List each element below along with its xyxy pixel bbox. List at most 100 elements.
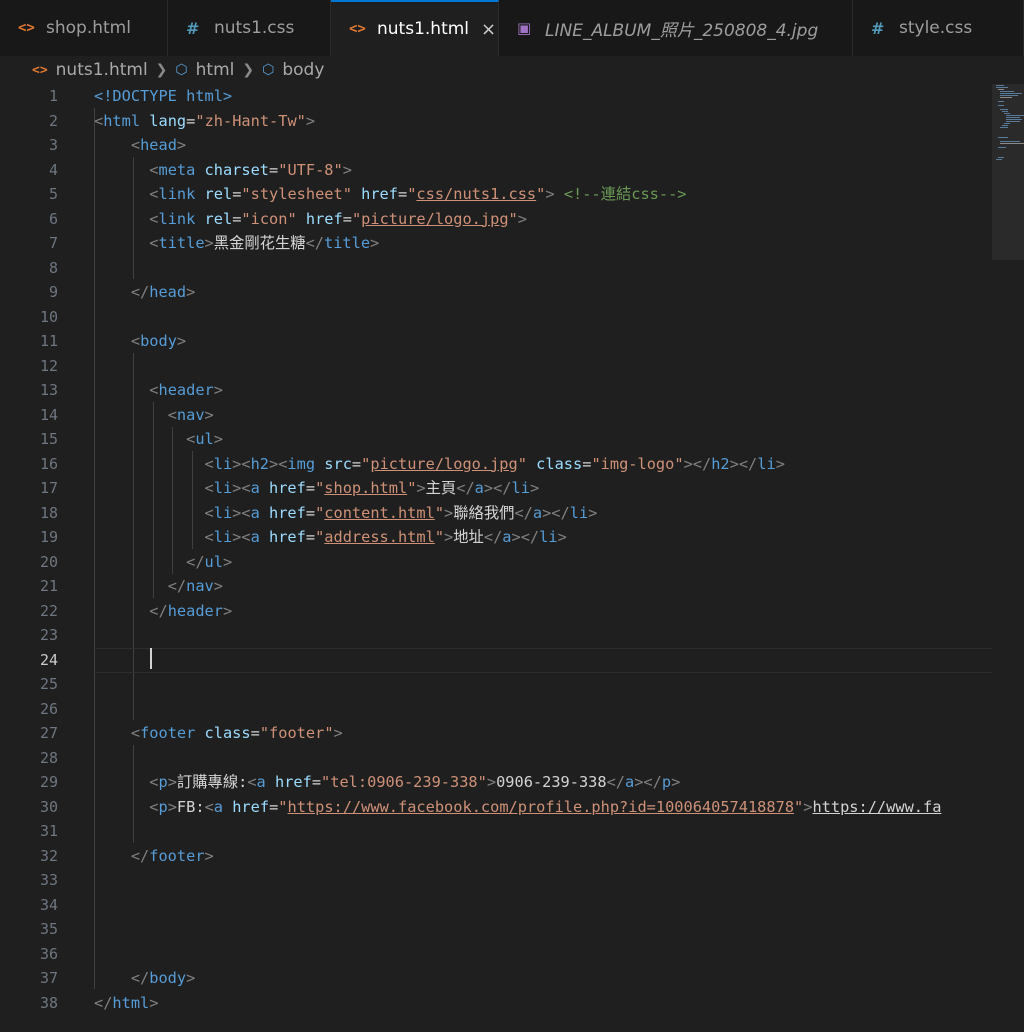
html-file-icon: <> (349, 21, 366, 37)
code-token: 黑金剛花生糖 (213, 234, 306, 252)
minimap-line (1004, 123, 1010, 124)
code-line: <link rel="icon" href="picture/logo.jpg"… (149, 209, 527, 228)
breadcrumb-node-html[interactable]: html (196, 60, 235, 80)
code-link[interactable]: shop.html (324, 479, 407, 497)
breadcrumb-file[interactable]: nuts1.html (56, 60, 148, 80)
line-number: 21 (39, 577, 58, 595)
minimap-line (996, 85, 1004, 86)
code-line-active[interactable] (94, 648, 992, 673)
code-token: 訂購專線: (176, 773, 248, 791)
tab-label: shop.html (46, 18, 131, 38)
code-line: <li><a href="address.html">地址</a></li> (204, 528, 567, 546)
code-line: </head> (130, 283, 196, 301)
chevron-right-icon: ❯ (242, 62, 255, 78)
tab-label: nuts1.html (377, 19, 470, 39)
line-number: 27 (39, 724, 58, 742)
line-number: 3 (48, 136, 58, 154)
code-token: 地址 (453, 528, 484, 546)
minimap-line (1006, 121, 1020, 122)
line-number: 23 (39, 626, 58, 644)
close-icon[interactable]: × (481, 19, 496, 40)
minimap[interactable] (992, 84, 1024, 1032)
line-number: 22 (39, 601, 58, 620)
line-number: 12 (39, 356, 58, 375)
code-line: <footer class="footer"> (130, 724, 343, 742)
line-number: 15 (39, 430, 58, 448)
minimap-line (998, 157, 1004, 158)
minimap-slider[interactable] (992, 84, 1024, 260)
html-file-icon: <> (32, 62, 48, 78)
minimap-line (1000, 91, 1014, 92)
code-link[interactable]: content.html (324, 504, 435, 522)
tab-nuts1-html[interactable]: <> nuts1.html × (331, 0, 499, 56)
code-comment: <!--連結css--> (563, 185, 687, 203)
code-link[interactable]: css/nuts1.css (416, 185, 536, 203)
tab-line-album-jpg[interactable]: ▣ LINE_ALBUM_照片_250808_4.jpg (499, 0, 853, 56)
code-token: img-logo (600, 454, 675, 473)
line-number: 18 (39, 503, 58, 522)
code-link[interactable]: picture/logo.jpg (370, 455, 517, 473)
minimap-line (1000, 141, 1020, 142)
image-file-icon: ▣ (517, 19, 532, 37)
minimap-line (1006, 117, 1020, 118)
code-line: <p>FB:<a href="https://www.facebook.com/… (149, 797, 942, 816)
line-number: 37 (39, 969, 58, 987)
code-link[interactable]: https://www.fa (812, 798, 941, 816)
minimap-line (1002, 125, 1008, 126)
code-token: footer (269, 724, 325, 742)
minimap-line (1000, 93, 1022, 94)
code-link[interactable]: picture/logo.jpg (361, 210, 508, 228)
code-line: <p>訂購專線:<a href="tel:0906-239-338">0906-… (149, 773, 681, 791)
code-line: </header> (149, 601, 233, 620)
code-line: <header> (149, 381, 223, 399)
code-line: <li><h2><img src="picture/logo.jpg" clas… (204, 454, 785, 473)
line-number: 4 (48, 160, 58, 179)
code-token: 聯絡我們 (453, 503, 515, 522)
code-line: <link rel="stylesheet" href="css/nuts1.c… (149, 185, 687, 203)
minimap-line (1006, 119, 1022, 120)
code-link[interactable]: address.html (324, 528, 435, 546)
line-number: 28 (39, 748, 58, 767)
code-line: <ul> (186, 430, 223, 448)
line-number: 6 (48, 209, 58, 228)
minimap-line (998, 105, 1004, 106)
code-token: tel:0906-239-338 (330, 773, 478, 791)
tab-nuts1-css[interactable]: # nuts1.css (168, 0, 331, 56)
code-line: <meta charset="UTF-8"> (149, 160, 352, 179)
tab-shop-html[interactable]: <> shop.html (0, 0, 168, 56)
code-link[interactable]: https://www.facebook.com/profile.php?id=… (288, 798, 795, 816)
line-number: 35 (39, 920, 58, 938)
line-number: 29 (39, 773, 58, 791)
line-number: 8 (48, 258, 58, 277)
code-area[interactable]: <!DOCTYPE html> <html lang="zh-Hant-Tw">… (94, 84, 992, 1015)
line-number: 1 (48, 87, 58, 105)
code-line: <head> (130, 136, 187, 154)
line-number: 7 (48, 234, 58, 252)
code-line: <nav> (167, 405, 214, 424)
line-number: 25 (39, 675, 58, 693)
minimap-line (1000, 127, 1008, 128)
line-number: 34 (39, 895, 58, 914)
line-number: 33 (39, 871, 58, 889)
breadcrumb-node-body[interactable]: body (282, 60, 324, 80)
line-number: 26 (39, 699, 58, 718)
cube-icon: ⬡ (262, 62, 275, 78)
minimap-line (1004, 113, 1010, 114)
line-number: 30 (39, 797, 58, 816)
line-number-gutter: 1 2 3 4 5 6 7 8 9 10 11 12 13 14 15 16 17 18 19 20 21 22 23 24 2… (0, 84, 70, 1015)
line-number: 16 (39, 454, 58, 473)
tab-style-css[interactable]: # style.css (853, 0, 1024, 56)
minimap-line (1000, 109, 1008, 110)
code-editor[interactable]: 1 2 3 4 5 6 7 8 9 10 11 12 13 14 15 16 17 18 19 20 21 22 23 24 2… (0, 84, 992, 1032)
code-line: <title>黑金剛花生糖</title> (149, 234, 380, 252)
css-file-icon: # (871, 18, 885, 38)
text-cursor (150, 648, 152, 669)
